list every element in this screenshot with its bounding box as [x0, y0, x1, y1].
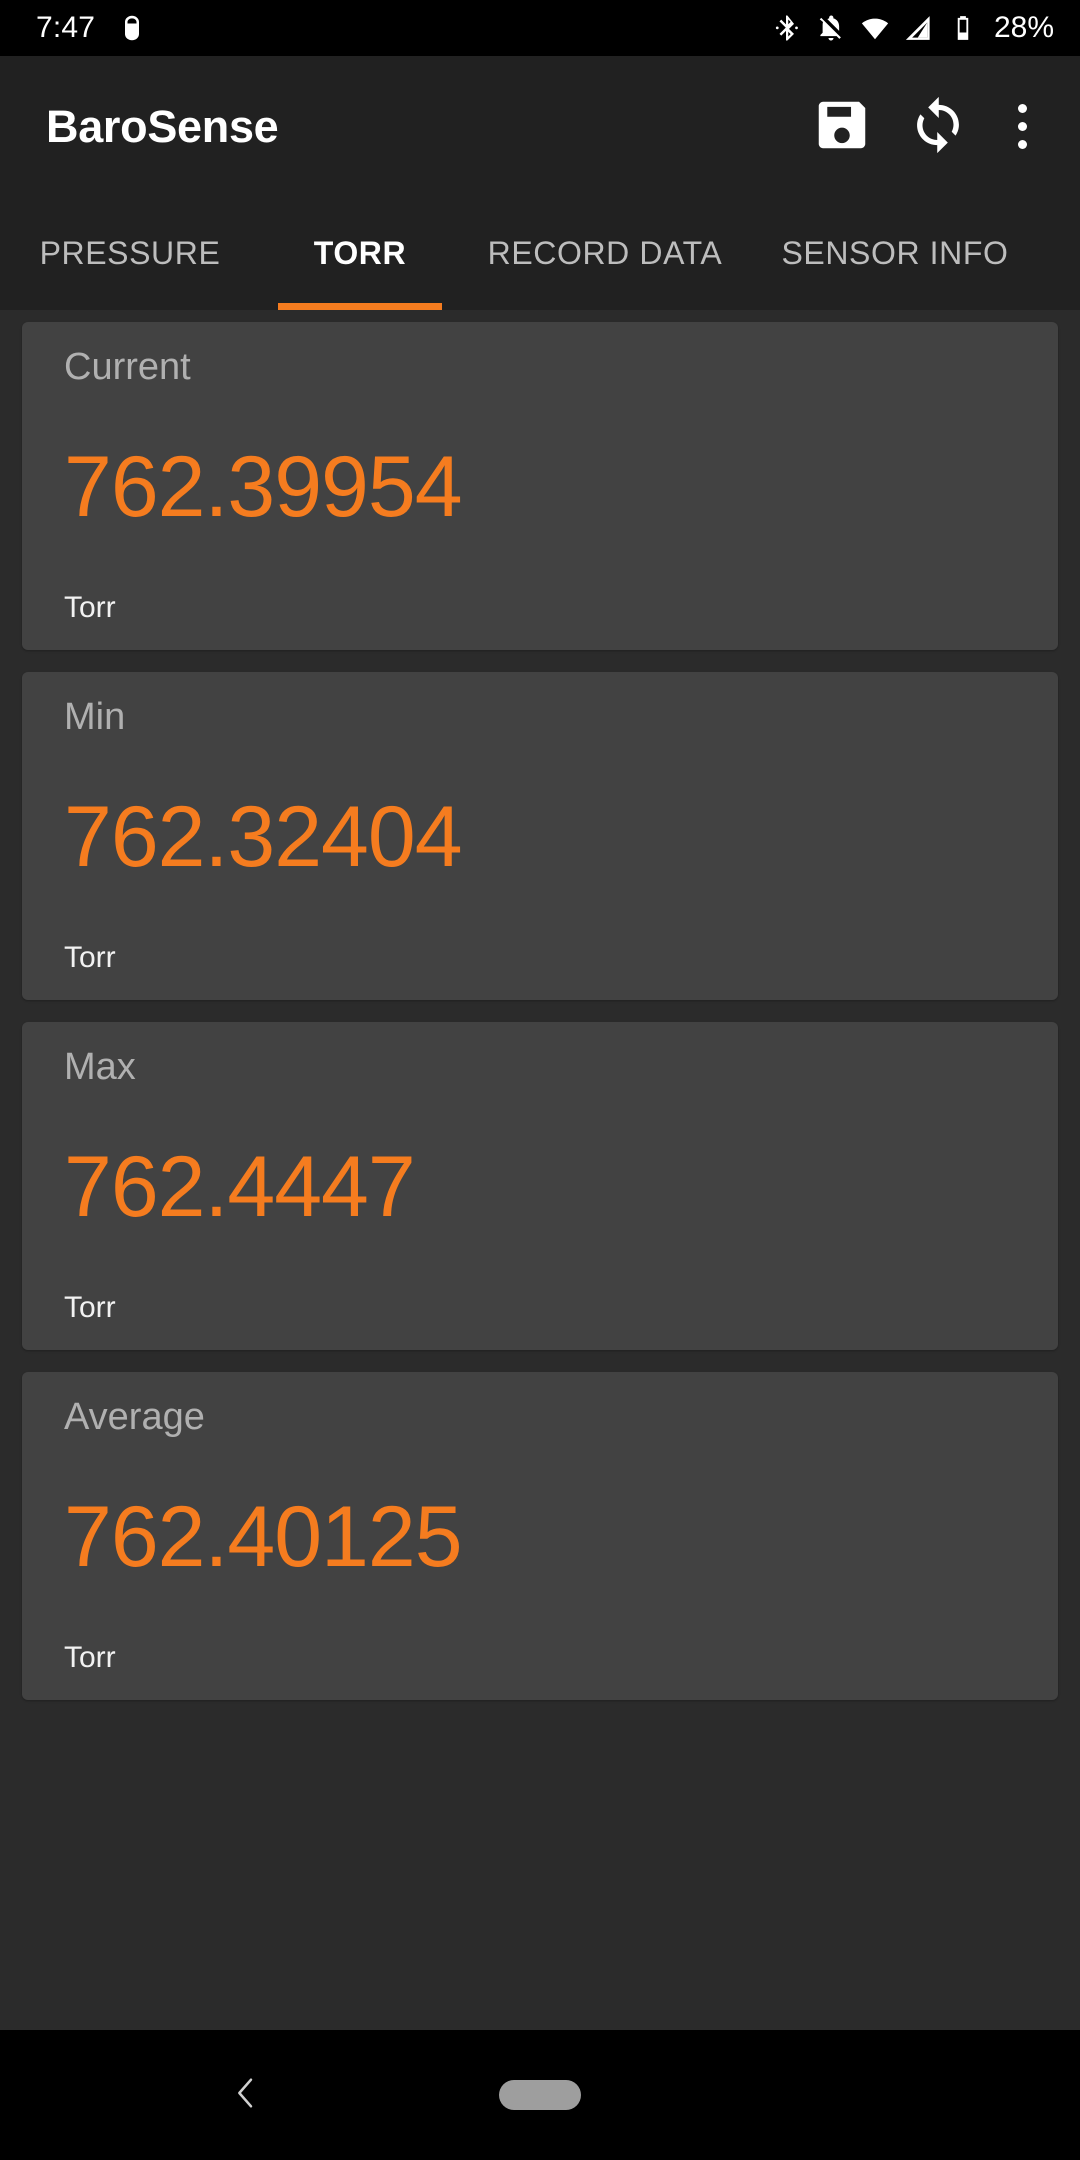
reading-unit: Torr	[64, 941, 116, 975]
app-bar-actions	[794, 78, 1058, 174]
save-floppy-icon	[811, 94, 873, 159]
reading-value: 762.40125	[64, 1489, 463, 1586]
reading-label: Max	[64, 1046, 136, 1088]
wifi-icon	[860, 13, 890, 43]
refresh-sync-icon	[907, 94, 969, 159]
battery-icon	[948, 13, 978, 43]
reading-card-min[interactable]: Min 762.32404 Torr	[22, 672, 1058, 1000]
tab-bar[interactable]: PRESSURE TORR RECORD DATA SENSOR INFO	[0, 196, 1080, 310]
tab-label: RECORD DATA	[487, 234, 723, 271]
reading-value: 762.4447	[64, 1139, 416, 1236]
tab-label: TORR	[313, 234, 407, 271]
tab-label: PRESSURE	[39, 234, 221, 271]
battery-percent-label: 28%	[993, 11, 1054, 44]
reading-card-average[interactable]: Average 762.40125 Torr	[22, 1372, 1058, 1700]
system-navigation-bar	[0, 2030, 1080, 2160]
status-bar: 7:47 28%	[0, 0, 1080, 56]
readings-list: Current 762.39954 Torr Min 762.32404 Tor…	[0, 310, 1080, 2030]
overflow-menu-button[interactable]	[986, 78, 1058, 174]
save-button[interactable]	[794, 78, 890, 174]
reading-card-max[interactable]: Max 762.4447 Torr	[22, 1022, 1058, 1350]
notifications-off-icon	[816, 13, 846, 43]
app-bar: BaroSense	[0, 56, 1080, 196]
android-debug-icon	[117, 13, 147, 43]
tab-record-data[interactable]: RECORD DATA	[460, 196, 750, 310]
status-clock: 7:47	[36, 11, 96, 44]
reading-value: 762.39954	[64, 439, 463, 536]
cellular-signal-icon	[904, 13, 934, 43]
tab-label: SENSOR INFO	[781, 234, 1009, 271]
nav-home-pill[interactable]	[499, 2080, 581, 2110]
status-bar-left: 7:47	[36, 13, 147, 43]
back-chevron-icon	[226, 2073, 266, 2118]
phone-screen: 7:47 28% BaroSense PRESSURE TORR RECORD …	[0, 0, 1080, 2160]
tab-pressure[interactable]: PRESSURE	[0, 196, 260, 310]
app-title: BaroSense	[46, 100, 279, 152]
status-bar-right: 28%	[772, 13, 1054, 43]
refresh-button[interactable]	[890, 78, 986, 174]
reading-card-current[interactable]: Current 762.39954 Torr	[22, 322, 1058, 650]
tab-active-indicator	[278, 303, 442, 310]
nav-back-button[interactable]	[196, 2030, 296, 2160]
tab-sensor-info[interactable]: SENSOR INFO	[750, 196, 1040, 310]
reading-label: Min	[64, 696, 126, 738]
tab-torr[interactable]: TORR	[260, 196, 460, 310]
reading-label: Average	[64, 1396, 205, 1438]
bluetooth-icon	[772, 13, 802, 43]
reading-unit: Torr	[64, 1291, 116, 1325]
reading-unit: Torr	[64, 1641, 116, 1675]
more-vertical-icon	[1017, 103, 1027, 149]
reading-value: 762.32404	[64, 789, 463, 886]
reading-unit: Torr	[64, 591, 116, 625]
reading-label: Current	[64, 346, 191, 388]
